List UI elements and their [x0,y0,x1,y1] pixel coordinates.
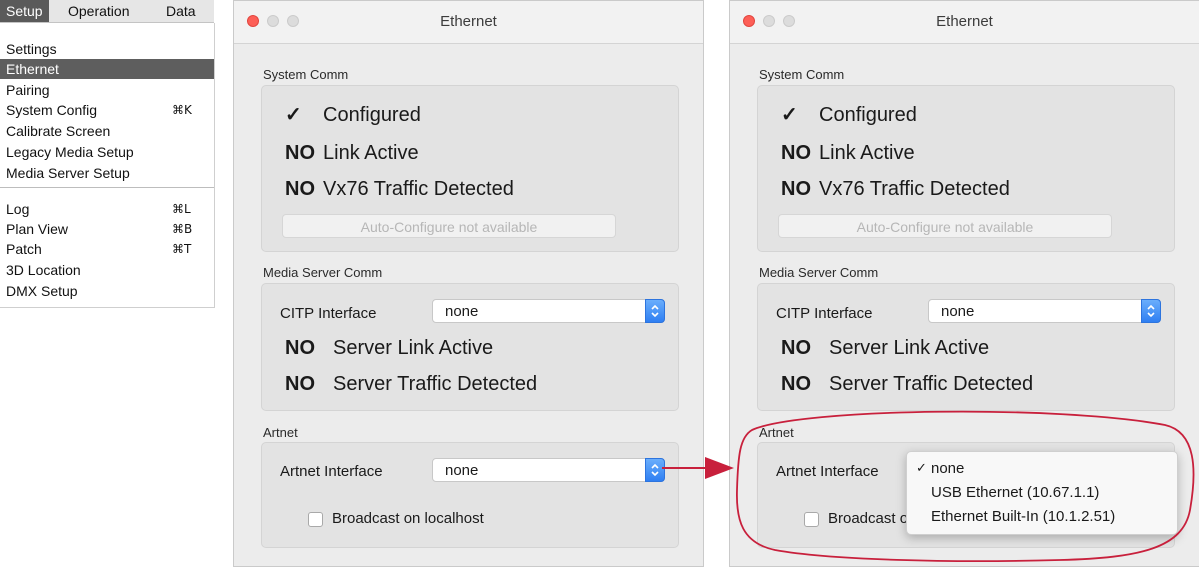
link-status: NO [285,142,315,164]
media-server-comm-heading: Media Server Comm [263,265,383,280]
menu-item-shortcut: ⌘B [172,222,193,236]
broadcast-checkbox[interactable] [308,512,323,527]
menu-item-label: Patch [6,241,42,257]
system-comm-box: ✓ Configured NO Link Active NO Vx76 Traf… [757,85,1175,252]
menu-item-patch[interactable]: Patch ⌘T [0,239,214,259]
menu-item-label: Ethernet [6,61,59,77]
citp-interface-select[interactable]: none [928,299,1161,323]
menu-item-label: Log [6,201,30,217]
window-titlebar: Ethernet [730,1,1199,44]
server-link-label: Server Link Active [333,337,494,359]
artnet-interface-label: Artnet Interface [776,463,879,480]
media-server-comm-box: CITP Interface none NO Server Link Activ… [261,283,679,411]
artnet-interface-label: Artnet Interface [280,463,383,480]
checkmark-icon: ✓ [781,104,798,126]
popup-option-ethernet-built-in[interactable]: Ethernet Built-In (10.1.2.51) [907,505,1177,529]
menu-item-media-server-setup[interactable]: Media Server Setup [0,163,214,183]
artnet-interface-popup: ✓ none USB Ethernet (10.67.1.1) Ethernet… [906,451,1178,535]
menubar-data[interactable]: Data [160,0,202,22]
menu-item-label: Settings [6,41,57,57]
menu-item-dmx-setup[interactable]: DMX Setup [0,281,214,301]
citp-interface-label: CITP Interface [280,305,377,322]
artnet-box: Artnet Interface none Broadcast on local… [261,442,679,548]
menu-item-system-config[interactable]: System Config ⌘K [0,100,214,120]
link-active-label: Link Active [323,142,419,164]
artnet-heading: Artnet [263,425,298,440]
menu-item-log[interactable]: Log ⌘L [0,199,214,219]
server-link-status: NO [285,337,315,359]
artnet-heading: Artnet [759,425,794,440]
setup-dropdown: Settings Ethernet Pairing System Config ⌘… [0,23,215,308]
checkmark-icon: ✓ [285,104,302,126]
menu-item-label: System Config [6,102,98,118]
server-link-label: Server Link Active [829,337,990,359]
popup-option-label: USB Ethernet (10.67.1.1) [931,484,1100,501]
menu-item-plan-view[interactable]: Plan View ⌘B [0,219,214,239]
menu-separator [0,187,214,188]
media-server-comm-box: CITP Interface none NO Server Link Activ… [757,283,1175,411]
server-traffic-label: Server Traffic Detected [829,373,1034,395]
server-traffic-label: Server Traffic Detected [333,373,538,395]
configured-label: Configured [323,104,421,126]
menu-item-label: Calibrate Screen [6,123,111,139]
menu-item-label: DMX Setup [6,283,78,299]
menu-item-ethernet[interactable]: Ethernet [0,59,214,79]
popup-option-label: Ethernet Built-In (10.1.2.51) [931,508,1116,525]
window-title: Ethernet [440,13,497,30]
window-title: Ethernet [936,13,993,30]
menu-item-shortcut: ⌘K [172,103,192,117]
broadcast-checkbox[interactable] [804,512,819,527]
system-comm-heading: System Comm [263,67,349,82]
popup-option-none[interactable]: ✓ none [907,457,1177,481]
server-traffic-status: NO [285,373,315,395]
auto-configure-button[interactable]: Auto-Configure not available [778,214,1112,238]
auto-configure-button[interactable]: Auto-Configure not available [282,214,616,238]
ethernet-window-popup: Ethernet System Comm ✓ Configured NO Lin… [729,0,1199,567]
menubar-operation[interactable]: Operation [62,0,135,22]
updown-arrows-icon [1141,299,1161,323]
traffic-status: NO [285,178,315,200]
citp-interface-label: CITP Interface [776,305,873,322]
traffic-status: NO [781,178,811,200]
menubar: Setup Operation Data [0,0,214,23]
menu-item-3d-location[interactable]: 3D Location [0,260,214,280]
window-titlebar: Ethernet [234,1,703,44]
updown-arrows-icon [645,458,665,482]
citp-interface-select[interactable]: none [432,299,665,323]
menu-item-calibrate-screen[interactable]: Calibrate Screen [0,121,214,141]
artnet-interface-value: none [445,462,479,479]
server-link-status: NO [781,337,811,359]
artnet-interface-select[interactable]: none [432,458,665,482]
menu-item-label: Legacy Media Setup [6,144,134,160]
popup-option-usb-ethernet[interactable]: USB Ethernet (10.67.1.1) [907,481,1177,505]
popup-option-label: none [931,460,965,477]
checkmark-icon: ✓ [916,461,927,476]
menu-item-label: 3D Location [6,262,81,278]
traffic-label: Vx76 Traffic Detected [819,178,1010,200]
menubar-setup[interactable]: Setup [0,0,49,22]
broadcast-label: Broadcast o [828,510,909,527]
menu-item-label: Media Server Setup [6,165,130,181]
configured-label: Configured [819,104,917,126]
link-active-label: Link Active [819,142,915,164]
menu-item-label: Pairing [6,82,50,98]
media-server-comm-heading: Media Server Comm [759,265,879,280]
broadcast-label: Broadcast on localhost [332,510,484,527]
menu-item-pairing[interactable]: Pairing [0,80,214,100]
updown-arrows-icon [645,299,665,323]
citp-interface-value: none [941,303,975,320]
system-comm-heading: System Comm [759,67,845,82]
system-comm-box: ✓ Configured NO Link Active NO Vx76 Traf… [261,85,679,252]
menu-item-settings[interactable]: Settings [0,39,214,59]
setup-menu-panel: Setup Operation Data Settings Ethernet P… [0,0,215,308]
menu-item-label: Plan View [6,221,69,237]
menu-item-shortcut: ⌘L [172,202,191,216]
traffic-label: Vx76 Traffic Detected [323,178,514,200]
menu-item-legacy-media-setup[interactable]: Legacy Media Setup [0,142,214,162]
link-status: NO [781,142,811,164]
citp-interface-value: none [445,303,479,320]
server-traffic-status: NO [781,373,811,395]
menu-item-shortcut: ⌘T [172,242,192,256]
ethernet-window: Ethernet System Comm ✓ Configured NO Lin… [233,0,704,567]
